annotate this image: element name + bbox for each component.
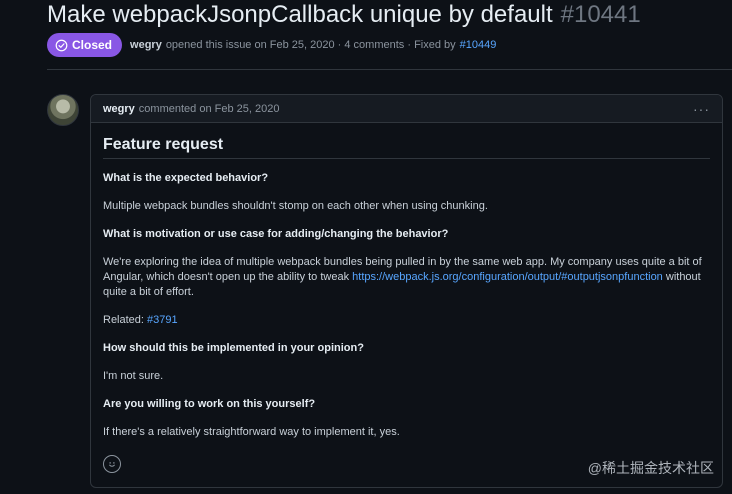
question-willing: Are you willing to work on this yourself… [103, 398, 316, 410]
comment-body: Feature request What is the expected beh… [91, 123, 722, 440]
comment-author-link[interactable]: wegry [103, 103, 135, 115]
related-line: Related: #3791 [103, 313, 710, 328]
webpack-docs-link[interactable]: https://webpack.js.org/configuration/out… [352, 271, 663, 283]
answer-motivation: We're exploring the idea of multiple web… [103, 255, 710, 300]
issue-author-link[interactable]: wegry [130, 39, 162, 51]
add-reaction-button[interactable] [103, 455, 121, 473]
fixed-by-pr-link[interactable]: #10449 [460, 39, 497, 51]
watermark-text: @稀土掘金技术社区 [587, 460, 714, 476]
check-circle-icon [55, 39, 68, 51]
comment-date-text[interactable]: commented on Feb 25, 2020 [139, 103, 280, 115]
comment-header: wegry commented on Feb 25, 2020 ··· [91, 95, 722, 123]
question-motivation: What is motivation or use case for addin… [103, 228, 449, 240]
related-label: Related: [103, 314, 144, 326]
issue-opened-text: opened this issue on Feb 25, 2020 · 4 co… [165, 39, 456, 51]
answer-expected-behavior: Multiple webpack bundles shouldn't stomp… [103, 200, 488, 212]
answer-willing: If there's a relatively straightforward … [103, 426, 400, 438]
header-divider [47, 69, 732, 70]
feature-request-heading: Feature request [103, 137, 710, 159]
question-expected-behavior: What is the expected behavior? [103, 172, 269, 184]
kebab-horizontal-icon[interactable]: ··· [693, 101, 710, 117]
state-label: Closed [72, 38, 113, 52]
issue-title-row: Make webpackJsonpCallback unique by defa… [47, 0, 641, 32]
issue-meta: Closed wegry opened this issue on Feb 25… [47, 33, 496, 57]
issue-number: #10441 [560, 1, 641, 28]
answer-implementation: I'm not sure. [103, 370, 164, 382]
comment-card: wegry commented on Feb 25, 2020 ··· Feat… [90, 94, 723, 488]
issue-title: Make webpackJsonpCallback unique by defa… [47, 1, 553, 28]
related-issue-link[interactable]: #3791 [147, 314, 178, 326]
question-implementation: How should this be implemented in your o… [103, 342, 364, 354]
smiley-icon [109, 462, 115, 467]
user-avatar[interactable] [47, 94, 79, 126]
closed-state-badge: Closed [47, 33, 123, 57]
